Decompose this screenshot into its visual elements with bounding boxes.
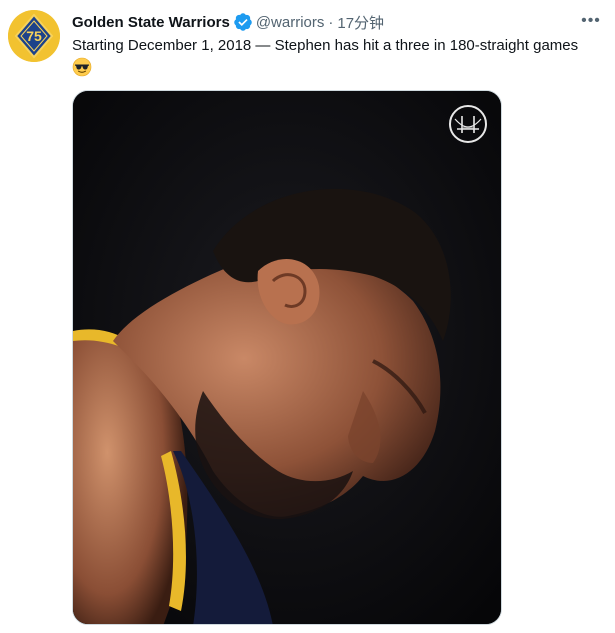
svg-text:75: 75 [26,28,42,44]
tweet-text: Starting December 1, 2018 — Stephen has … [72,37,579,54]
handle[interactable]: @warriors [256,14,325,31]
more-options-button[interactable]: ••• [576,8,606,34]
tweet[interactable]: 75 Golden State Warriors @warriors · 17分… [0,0,615,633]
timestamp[interactable]: 17分钟 [337,12,384,33]
display-name[interactable]: Golden State Warriors [72,14,230,31]
avatar[interactable]: 75 [8,10,60,62]
tweet-header: Golden State Warriors @warriors · 17分钟 [72,11,384,33]
separator-dot: · [328,13,334,31]
sunglasses-emoji-icon [72,57,92,77]
tweet-text-container: Starting December 1, 2018 — Stephen has … [72,35,608,80]
verified-badge-icon [233,12,253,32]
player-photo [73,91,501,624]
warriors-bridge-logo-icon [449,105,487,143]
more-icon: ••• [581,12,601,29]
warriors-75-logo-icon: 75 [8,10,60,62]
tweet-photo[interactable] [72,90,502,625]
